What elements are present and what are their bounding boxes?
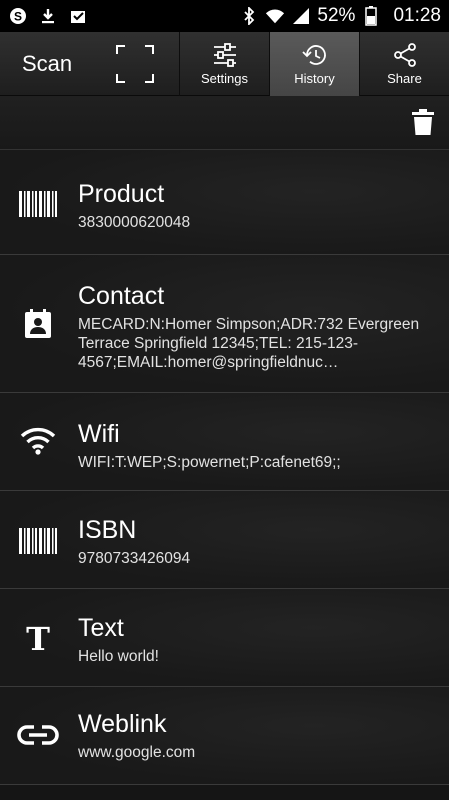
status-right: 52% 01:28	[239, 5, 441, 27]
item-title: ISBN	[78, 516, 137, 544]
scan-frame-icon	[116, 45, 154, 83]
settings-button[interactable]: Settings	[180, 32, 270, 96]
item-value: Hello world!	[78, 648, 159, 665]
history-item-product[interactable]: Product 3830000620048	[0, 150, 449, 255]
scan-label: Scan	[22, 51, 73, 76]
download-icon	[38, 6, 58, 26]
item-title: Text	[78, 614, 124, 642]
history-item-wifi[interactable]: Wifi WIFI:T:WEP;S:powernet;P:cafenet69;;	[0, 393, 449, 491]
battery-percent: 52%	[317, 5, 356, 26]
history-item-isbn[interactable]: ISBN 9780733426094	[0, 491, 449, 589]
text-icon: T	[16, 616, 60, 660]
item-title: Product	[78, 180, 165, 208]
wifi-icon	[265, 6, 285, 26]
history-item-contact[interactable]: Contact MECARD:N:Homer Simpson;ADR:732 E…	[0, 255, 449, 393]
share-icon	[393, 42, 416, 67]
bluetooth-icon	[239, 6, 259, 26]
share-label: Share	[387, 70, 422, 86]
skype-icon: S	[8, 6, 28, 26]
signal-icon	[291, 6, 311, 26]
svg-text:S: S	[14, 10, 22, 24]
wifi-icon	[16, 419, 60, 463]
item-value: 3830000620048	[78, 214, 191, 231]
scan-button[interactable]: Scan	[0, 32, 180, 96]
history-list: Product 3830000620048 Contact MECARD:N:H…	[0, 150, 449, 785]
contact-card-icon	[16, 302, 60, 346]
status-left: S	[8, 6, 88, 26]
settings-label: Settings	[201, 70, 248, 86]
trash-icon[interactable]	[411, 108, 435, 136]
share-button[interactable]: Share	[360, 32, 449, 96]
item-value: 9780733426094	[78, 550, 191, 567]
sliders-icon	[213, 42, 236, 67]
battery-icon	[361, 6, 381, 26]
toolbar: Scan Settings History Share	[0, 32, 449, 96]
item-title: Contact	[78, 282, 165, 310]
item-title: Weblink	[78, 710, 167, 738]
status-bar: S 52% 01:28	[0, 0, 449, 32]
link-icon	[16, 713, 60, 757]
history-item-text[interactable]: T Text Hello world!	[0, 589, 449, 687]
history-label: History	[294, 70, 335, 86]
item-value: WIFI:T:WEP;S:powernet;P:cafenet69;;	[78, 454, 341, 471]
item-value: MECARD:N:Homer Simpson;ADR:732 Evergreen…	[78, 316, 420, 371]
barcode-icon	[16, 519, 60, 563]
history-action-bar	[0, 96, 449, 150]
item-value: www.google.com	[78, 744, 196, 761]
svg-text:T: T	[26, 622, 50, 654]
clock: 01:28	[393, 5, 441, 26]
item-title: Wifi	[78, 420, 120, 448]
history-button[interactable]: History	[270, 32, 360, 96]
history-icon	[301, 44, 326, 65]
history-item-weblink[interactable]: Weblink www.google.com	[0, 687, 449, 785]
inbox-check-icon	[68, 6, 88, 26]
barcode-icon	[16, 182, 60, 226]
